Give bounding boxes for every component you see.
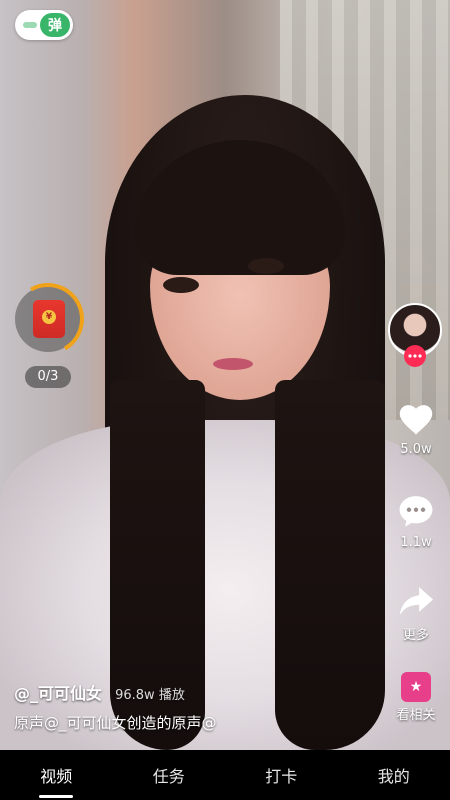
danmu-toggle-label: 弹 (40, 13, 70, 37)
like-button[interactable]: 5.0w (386, 402, 446, 457)
nav-tab-label: 我的 (377, 767, 410, 786)
comment-icon (399, 496, 433, 527)
nav-tab-me[interactable]: 我的 (338, 750, 450, 800)
more-dots-icon (408, 354, 422, 358)
video-subject-hair-right (275, 380, 385, 750)
music-info[interactable]: 原声@_可可仙女创造的原声@ (14, 712, 239, 734)
related-label: 看相关 (396, 708, 436, 723)
video-subject-eye (248, 258, 284, 274)
comment-count: 1.1w (400, 535, 432, 550)
nav-tab-tasks[interactable]: 任务 (113, 750, 226, 800)
bottom-nav: 视频 任务 打卡 我的 (0, 750, 450, 800)
nav-tab-label: 任务 (152, 767, 185, 786)
nav-tab-label: 打卡 (265, 767, 298, 786)
like-count: 5.0w (400, 442, 432, 457)
active-tab-indicator (39, 795, 74, 798)
related-button[interactable]: ★ 看相关 (386, 672, 446, 723)
share-button[interactable]: 更多 (386, 584, 446, 643)
video-caption: @_可可仙女 96.8w 播放 (14, 680, 185, 704)
coin-icon: ¥ (42, 310, 56, 324)
nav-tab-checkin[interactable]: 打卡 (225, 750, 338, 800)
follow-button[interactable] (404, 345, 426, 367)
author-name[interactable]: @_可可仙女 (14, 684, 102, 703)
video-subject-eye (163, 277, 199, 293)
view-count: 96.8w 播放 (115, 688, 185, 703)
heart-icon (399, 405, 433, 435)
nav-tab-label: 视频 (40, 767, 73, 786)
star-icon: ★ (401, 672, 431, 702)
comment-button[interactable]: 1.1w (386, 493, 446, 550)
share-label: 更多 (402, 628, 429, 643)
danmu-toggle[interactable]: 弹 (15, 10, 73, 40)
reward-progress-text: 0/3 (25, 366, 71, 388)
share-arrow-icon (399, 587, 433, 615)
video-subject-lips (213, 358, 253, 370)
nav-tab-video[interactable]: 视频 (0, 750, 113, 800)
toggle-track (23, 22, 37, 28)
